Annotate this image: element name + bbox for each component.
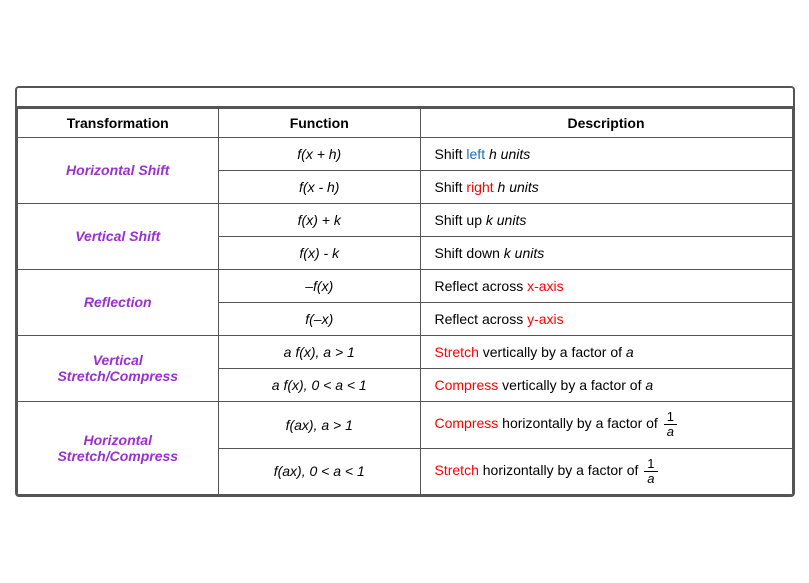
function-cell: f(x + h)	[219, 137, 421, 170]
transform-label: Horizontal Stretch/Compress	[57, 432, 178, 464]
transform-cell: Horizontal Shift	[17, 137, 219, 203]
table-row: Vertical Stretch/Compressa f(x), a > 1St…	[17, 335, 792, 368]
table-row: Horizontal Shiftf(x + h)Shift left h uni…	[17, 137, 792, 170]
transformation-table: Transformation Function Description Hori…	[17, 108, 793, 495]
description-cell: Shift up k units	[420, 203, 792, 236]
transform-cell: Reflection	[17, 269, 219, 335]
transform-label: Vertical Stretch/Compress	[57, 352, 178, 384]
table-row: Reflection–f(x)Reflect across x-axis	[17, 269, 792, 302]
transform-cell: Vertical Stretch/Compress	[17, 335, 219, 401]
function-cell: f(ax), a > 1	[219, 401, 421, 448]
description-cell: Compress vertically by a factor of a	[420, 368, 792, 401]
function-cell: a f(x), a > 1	[219, 335, 421, 368]
header-row: Transformation Function Description	[17, 108, 792, 137]
description-cell: Reflect across y-axis	[420, 302, 792, 335]
function-cell: –f(x)	[219, 269, 421, 302]
col-header-transformation: Transformation	[17, 108, 219, 137]
description-cell: Reflect across x-axis	[420, 269, 792, 302]
transform-cell: Horizontal Stretch/Compress	[17, 401, 219, 494]
description-cell: Shift left h units	[420, 137, 792, 170]
function-cell: f(–x)	[219, 302, 421, 335]
description-cell: Stretch vertically by a factor of a	[420, 335, 792, 368]
function-cell: f(ax), 0 < a < 1	[219, 448, 421, 495]
description-cell: Stretch horizontally by a factor of 1a	[420, 448, 792, 495]
function-cell: f(x) - k	[219, 236, 421, 269]
transform-label: Horizontal Shift	[66, 162, 169, 178]
main-table-wrapper: Transformation Function Description Hori…	[15, 86, 795, 497]
description-cell: Compress horizontally by a factor of 1a	[420, 401, 792, 448]
col-header-function: Function	[219, 108, 421, 137]
table-row: Horizontal Stretch/Compressf(ax), a > 1C…	[17, 401, 792, 448]
table-title	[17, 88, 793, 108]
description-cell: Shift right h units	[420, 170, 792, 203]
table-row: Vertical Shiftf(x) + kShift up k units	[17, 203, 792, 236]
description-cell: Shift down k units	[420, 236, 792, 269]
col-header-description: Description	[420, 108, 792, 137]
transform-label: Vertical Shift	[75, 228, 160, 244]
transform-label: Reflection	[84, 294, 152, 310]
transform-cell: Vertical Shift	[17, 203, 219, 269]
function-cell: a f(x), 0 < a < 1	[219, 368, 421, 401]
function-cell: f(x - h)	[219, 170, 421, 203]
function-cell: f(x) + k	[219, 203, 421, 236]
